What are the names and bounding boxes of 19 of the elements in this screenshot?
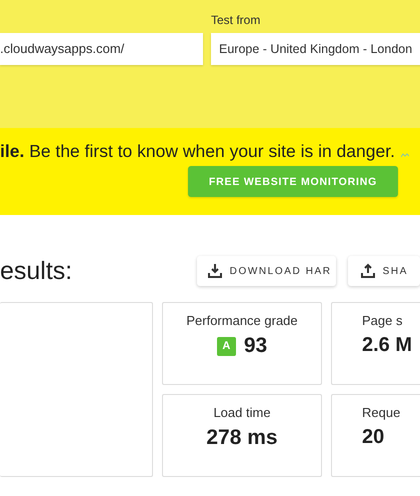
metric-value: 93: [244, 334, 268, 358]
download-button[interactable]: DOWNLOAD HAR: [196, 256, 336, 286]
metric-value: 2.6 M: [362, 334, 412, 357]
wave-icon: [400, 153, 409, 158]
metric-label: Performance grade: [186, 313, 298, 328]
metric-label: Load time: [213, 405, 271, 420]
field-label: Test from: [211, 13, 262, 29]
url-field[interactable]: .cloudwaysapps.com/: [0, 33, 203, 65]
grade-badge: A: [216, 336, 236, 356]
results-heading: esults:: [0, 256, 74, 286]
metric-value: 20: [362, 426, 384, 449]
upload-icon: [360, 263, 376, 279]
metric-label: Reque: [362, 405, 400, 420]
metric-value: 278 ms: [206, 426, 278, 450]
metric-label: Page s: [362, 313, 402, 328]
location-field[interactable]: Europe - United Kingdom - London: [211, 33, 420, 65]
share-button[interactable]: SHA: [348, 256, 420, 286]
banner-text: ile. Be the first to know when your site is in danger.: [0, 141, 395, 162]
download-icon: [206, 263, 223, 279]
